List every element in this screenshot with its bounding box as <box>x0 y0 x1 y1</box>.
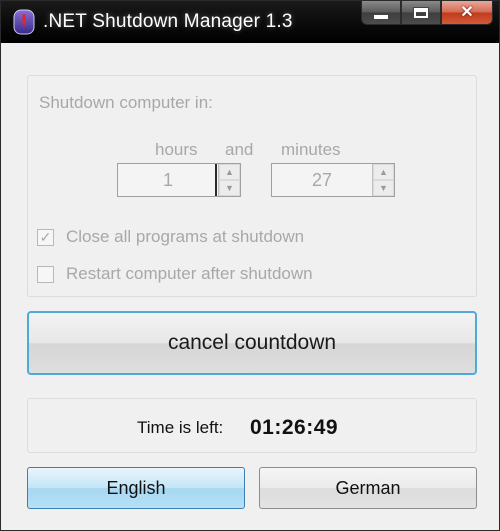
minutes-down-arrow-icon[interactable]: ▼ <box>373 180 394 196</box>
restart-option[interactable]: Restart computer after shutdown <box>37 264 313 284</box>
hours-stepper-arrows: ▲ ▼ <box>218 164 240 196</box>
cancel-countdown-button[interactable]: cancel countdown <box>27 311 477 375</box>
minutes-stepper-arrows: ▲ ▼ <box>372 164 394 196</box>
text-cursor <box>215 164 217 196</box>
close-programs-checkbox[interactable]: ✓ <box>37 228 54 246</box>
minutes-value[interactable]: 27 <box>272 164 372 196</box>
power-app-icon <box>13 9 35 35</box>
checkmark-icon: ✓ <box>39 228 52 245</box>
and-label: and <box>225 140 254 159</box>
close-button[interactable]: ✕ <box>441 1 493 25</box>
time-left-label: Time is left: <box>137 418 224 437</box>
close-programs-option[interactable]: ✓ Close all programs at shutdown <box>37 227 304 247</box>
maximize-button[interactable] <box>401 1 441 25</box>
close-programs-label: Close all programs at shutdown <box>66 227 305 246</box>
minutes-stepper[interactable]: 27 ▲ ▼ <box>271 163 395 197</box>
close-icon: ✕ <box>460 3 474 21</box>
settings-heading: Shutdown computer in: <box>39 93 213 112</box>
minutes-label: minutes <box>281 140 341 159</box>
title-bar[interactable]: .NET Shutdown Manager 1.3 ✕ <box>1 1 499 43</box>
hours-label: hours <box>155 140 198 159</box>
german-button[interactable]: German <box>259 467 477 509</box>
english-button[interactable]: English <box>27 467 245 509</box>
maximize-icon <box>414 7 428 18</box>
hours-stepper[interactable]: 1 ▲ ▼ <box>117 163 241 197</box>
minimize-button[interactable] <box>361 1 401 25</box>
caption-buttons: ✕ <box>361 1 493 25</box>
restart-label: Restart computer after shutdown <box>66 264 313 283</box>
window-title: .NET Shutdown Manager 1.3 <box>43 11 293 32</box>
restart-checkbox[interactable] <box>37 265 54 283</box>
minutes-up-arrow-icon[interactable]: ▲ <box>373 164 394 180</box>
app-window: .NET Shutdown Manager 1.3 ✕ Shutdown com… <box>0 0 500 531</box>
hours-down-arrow-icon[interactable]: ▼ <box>219 180 240 196</box>
hours-up-arrow-icon[interactable]: ▲ <box>219 164 240 180</box>
time-left-value: 01:26:49 <box>250 416 339 439</box>
hours-value[interactable]: 1 <box>118 164 218 196</box>
minimize-icon <box>373 13 389 20</box>
